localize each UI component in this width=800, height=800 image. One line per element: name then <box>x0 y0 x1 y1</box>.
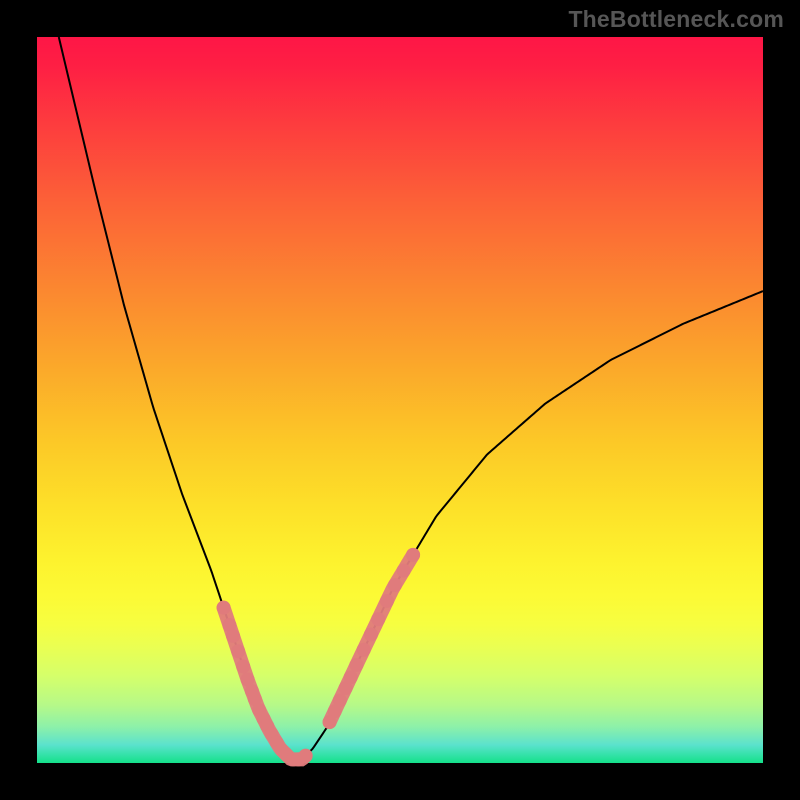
marker-dot <box>380 594 394 608</box>
marker-dot <box>397 564 411 578</box>
marker-dot <box>226 629 240 643</box>
marker-dot <box>349 658 363 672</box>
watermark-text: TheBottleneck.com <box>568 6 784 33</box>
marker-dot <box>217 601 231 615</box>
marker-dot <box>344 670 358 684</box>
marker-dot <box>236 659 250 673</box>
curve-markers <box>217 548 420 766</box>
marker-dot <box>333 693 347 707</box>
marker-dot <box>299 749 313 763</box>
marker-dot <box>231 644 245 658</box>
marker-dot <box>357 643 371 657</box>
chart-frame: TheBottleneck.com <box>0 0 800 800</box>
marker-dot <box>371 612 385 626</box>
marker-dot <box>364 628 378 642</box>
curve-path <box>59 37 763 759</box>
chart-overlay <box>37 37 763 763</box>
marker-dot <box>406 548 420 562</box>
marker-dot <box>388 578 402 592</box>
curve-line <box>59 37 763 759</box>
